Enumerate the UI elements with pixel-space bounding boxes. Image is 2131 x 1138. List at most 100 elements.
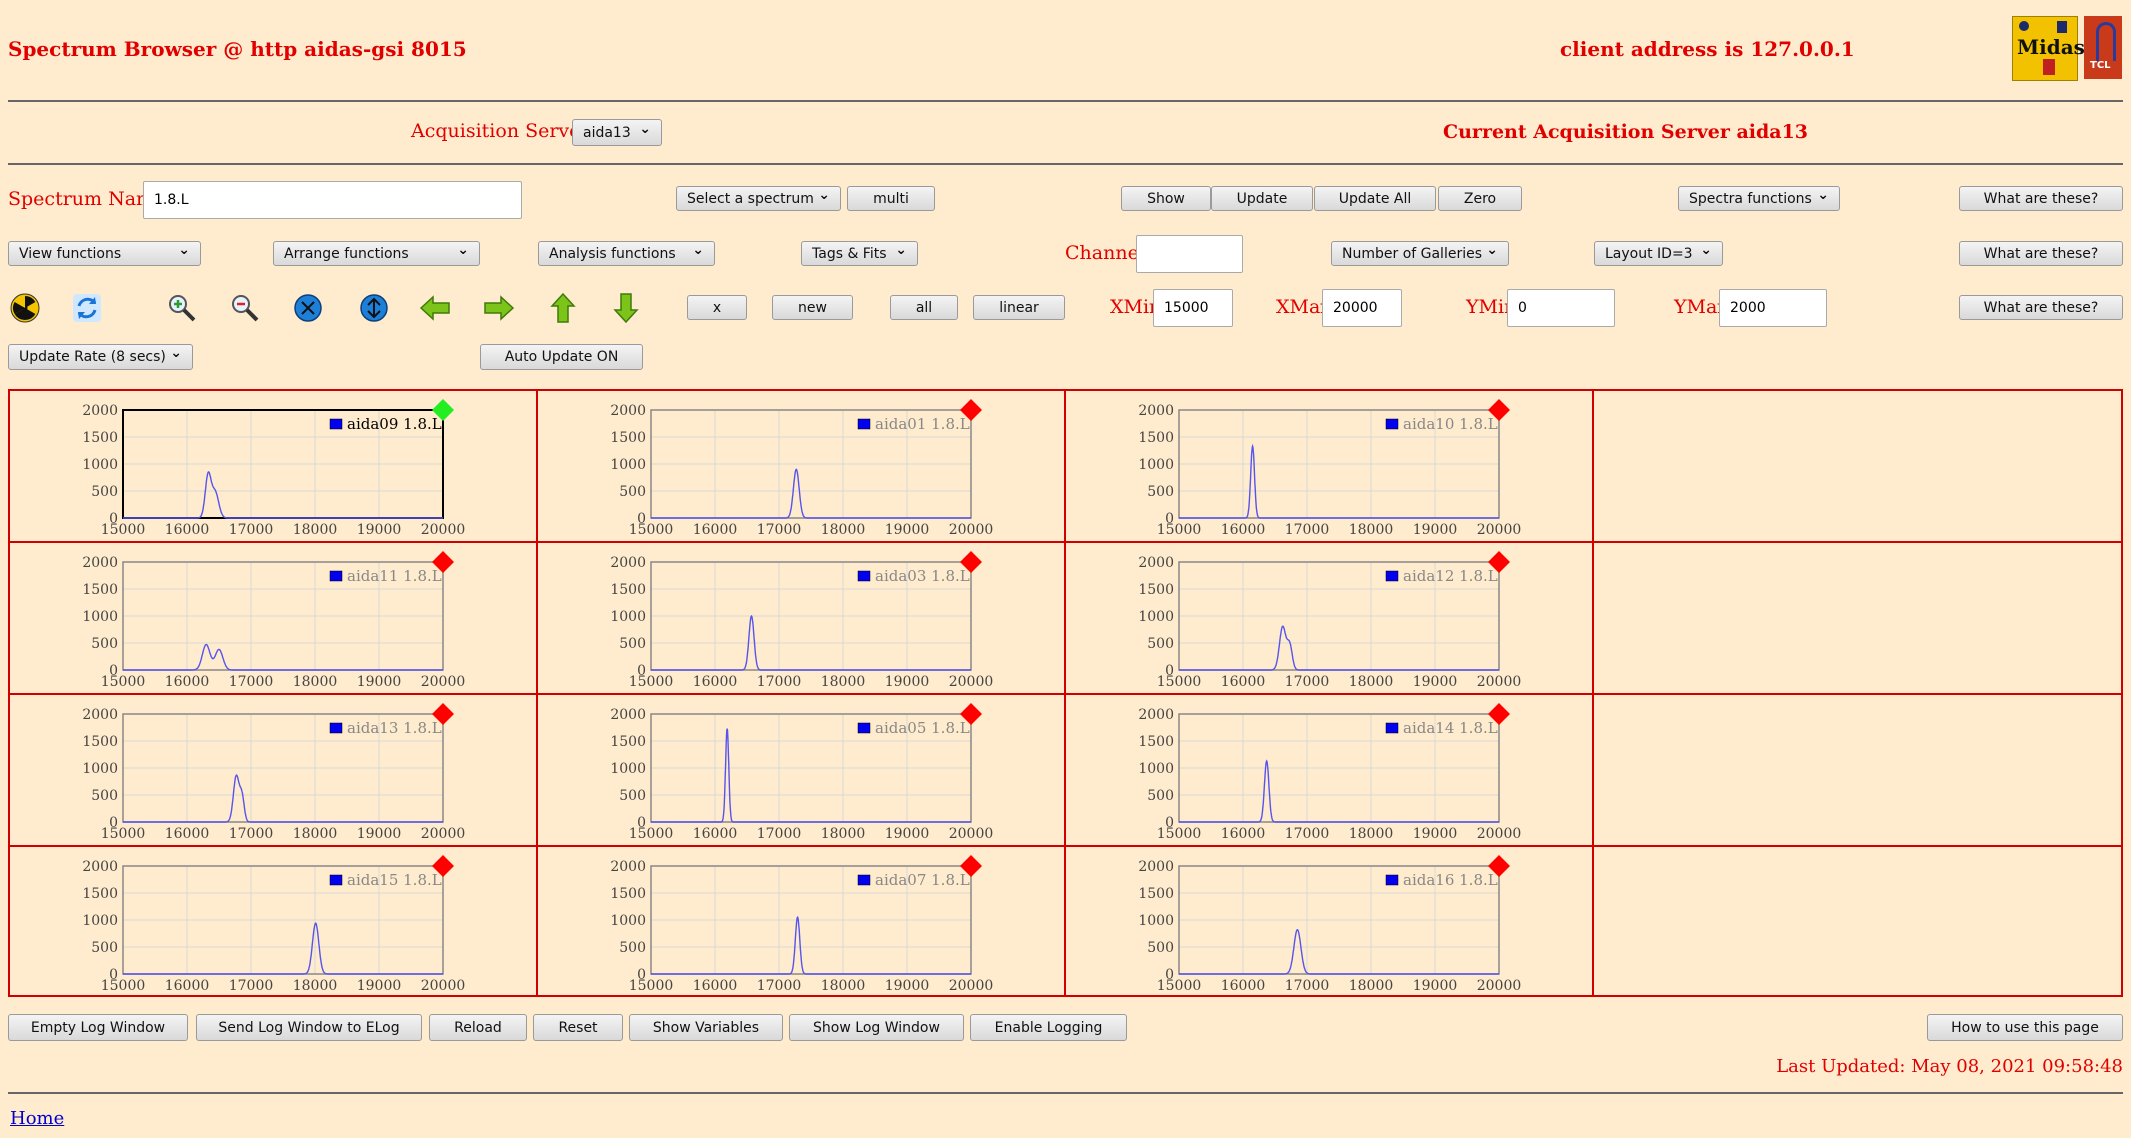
spectrum-chart[interactable]: 050010001500200015000 16000 17000 18000 1900… [10,543,536,693]
reset-button[interactable]: Reset [533,1014,623,1041]
update-all-button[interactable]: Update All [1314,186,1436,211]
home-link[interactable]: Home [10,1108,64,1129]
spectrum-panel[interactable]: 0 500 1000 1500 2000 15000 16000 17000 18000 1900… [1066,847,1594,995]
expand-vertical-icon[interactable] [357,291,391,325]
zero-button[interactable]: Zero [1438,186,1522,211]
spectrum-trace [1179,928,1499,975]
spectrum-panel[interactable]: 0 500 1000 1500 2000 15000 16000 17000 18000 1900… [538,543,1066,695]
update-button[interactable]: Update [1211,186,1313,211]
new-button[interactable]: new [772,295,853,320]
arrow-right-icon[interactable] [482,291,516,325]
spectrum-chart[interactable]: 050010001500200015000 16000 17000 18000 1900… [1066,391,1592,541]
show-log-window-button[interactable]: Show Log Window [789,1014,964,1041]
x-tick-label: 16000 [693,674,738,690]
spectrum-panel[interactable]: 0 500 1000 1500 2000 15000 16000 17000 18000 1900… [538,847,1066,995]
client-address: client address is 127.0.0.1 [1560,37,1855,61]
show-variables-button[interactable]: Show Variables [629,1014,783,1041]
y-tick-label: 1500 [610,886,646,902]
view-functions-dropdown[interactable]: View functions [8,241,201,266]
x-tick-label: 15000 [1157,522,1202,538]
select-spectrum-dropdown[interactable]: Select a spectrum [676,186,841,211]
xmax-input[interactable]: 20000 [1322,289,1402,327]
radiation-icon[interactable] [8,291,42,325]
spectrum-chart[interactable]: 050010001500200015000 16000 17000 18000 1900… [538,391,1064,541]
x-tick-label: 15000 [101,522,146,538]
spectrum-panel[interactable]: 0 500 1000 1500 2000 15000 16000 17000 18000 1900… [1066,543,1594,695]
spectrum-chart[interactable]: 050010001500200015000 16000 17000 18000 1900… [1066,543,1592,693]
xmin-input[interactable]: 15000 [1153,289,1233,327]
page-title: Spectrum Browser @ http aidas-gsi 8015 [8,37,467,61]
spectrum-chart[interactable]: 050010001500200015000 16000 17000 18000 1900… [538,847,1064,997]
arrange-functions-dropdown[interactable]: Arrange functions [273,241,480,266]
how-to-use-button[interactable]: How to use this page [1927,1014,2123,1041]
layout-id-dropdown[interactable]: Layout ID=3 [1594,241,1723,266]
channel-input[interactable] [1136,235,1243,273]
acquisition-server-select[interactable]: aida13 [572,119,662,146]
y-tick-label: 2000 [610,403,646,419]
spectrum-panel[interactable]: 0 500 1000 1500 2000 15000 16000 17000 18000 1900… [538,391,1066,543]
legend-label: aida12 1.8.L [1403,567,1498,585]
x-tick-label: 18000 [821,826,866,842]
reload-button[interactable]: Reload [429,1014,527,1041]
spectrum-chart[interactable]: 050010001500200015000 16000 17000 18000 1900… [1066,695,1592,845]
multi-button[interactable]: multi [847,186,935,211]
spectrum-name-input[interactable]: 1.8.L [143,181,522,219]
spectrum-chart[interactable]: 050010001500200015000 16000 17000 18000 1900… [10,847,536,997]
legend-swatch [1385,570,1399,582]
spectrum-chart[interactable]: 050010001500200015000 16000 17000 18000 1900… [1066,847,1592,997]
x-button[interactable]: x [687,295,747,320]
enable-logging-button[interactable]: Enable Logging [970,1014,1127,1041]
empty-log-window-button[interactable]: Empty Log Window [8,1014,188,1041]
auto-update-button[interactable]: Auto Update ON [480,344,643,370]
y-tick-label: 500 [1147,788,1174,804]
send-log-to-elog-button[interactable]: Send Log Window to ELog [196,1014,422,1041]
what-are-these-button-3[interactable]: What are these? [1959,295,2123,320]
spectrum-panel[interactable]: 0 500 1000 1500 2000 15000 16000 17000 18000 1900… [10,847,538,995]
linear-button[interactable]: linear [973,295,1065,320]
chevron-down-icon [639,125,651,141]
spectrum-chart[interactable]: 050010001500200015000 16000 17000 18000 1900… [10,391,536,541]
y-tick-label: 1000 [82,913,118,929]
last-updated: Last Updated: May 08, 2021 09:58:48 [1776,1056,2123,1077]
show-button[interactable]: Show [1121,186,1211,211]
spectrum-panel[interactable]: 0 500 1000 1500 2000 15000 16000 17000 18000 1900… [538,695,1066,847]
arrow-up-icon[interactable] [546,291,580,325]
y-tick-label: 1000 [1138,457,1174,473]
x-tick-label: 17000 [1285,826,1330,842]
ymax-input[interactable]: 2000 [1719,289,1827,327]
analysis-functions-dropdown[interactable]: Analysis functions [538,241,715,266]
x-tick-label: 20000 [421,978,466,994]
update-rate-dropdown[interactable]: Update Rate (8 secs) [8,344,193,370]
all-button[interactable]: all [890,295,958,320]
shrink-vertical-icon[interactable] [291,291,325,325]
spectrum-chart[interactable]: 050010001500200015000 16000 17000 18000 1900… [10,695,536,845]
what-are-these-button-2[interactable]: What are these? [1959,241,2123,266]
refresh-icon[interactable] [70,291,104,325]
number-of-galleries-dropdown[interactable]: Number of Galleries [1331,241,1509,266]
tags-fits-dropdown[interactable]: Tags & Fits [801,241,918,266]
current-acquisition-server: Current Acquisition Server aida13 [1443,121,1809,143]
spectrum-panel[interactable]: 0 500 1000 1500 2000 15000 16000 17000 18000 1900… [10,695,538,847]
zoom-in-icon[interactable] [165,291,199,325]
arrow-left-icon[interactable] [418,291,452,325]
spectrum-panel[interactable]: 0 500 1000 1500 2000 15000 16000 17000 18000 1900… [1066,695,1594,847]
spectra-functions-dropdown[interactable]: Spectra functions [1678,186,1840,211]
x-tick-label: 15000 [629,674,674,690]
spectrum-panel[interactable]: 0 500 1000 1500 2000 15000 16000 17000 18000 1900… [10,543,538,695]
spectrum-chart[interactable]: 050010001500200015000 16000 17000 18000 1900… [538,695,1064,845]
legend: aida09 1.8.L [329,415,442,433]
arrow-down-icon[interactable] [609,291,643,325]
legend-label: aida01 1.8.L [875,415,970,433]
spectrum-panel[interactable]: 0 500 1000 1500 2000 15000 16000 17000 18000 1900… [1066,391,1594,543]
empty-gallery-cell [1594,391,2121,543]
what-are-these-button-1[interactable]: What are these? [1959,186,2123,211]
x-tick-label: 17000 [229,978,274,994]
y-tick-label: 1500 [610,430,646,446]
y-tick-label: 2000 [610,707,646,723]
zoom-out-icon[interactable] [228,291,262,325]
empty-gallery-cell [1594,847,2121,995]
spectrum-panel[interactable]: 0 500 1000 1500 2000 15000 16000 17000 18000 1900… [10,391,538,543]
x-tick-label: 18000 [293,826,338,842]
ymin-input[interactable]: 0 [1507,289,1615,327]
spectrum-chart[interactable]: 050010001500200015000 16000 17000 18000 1900… [538,543,1064,693]
